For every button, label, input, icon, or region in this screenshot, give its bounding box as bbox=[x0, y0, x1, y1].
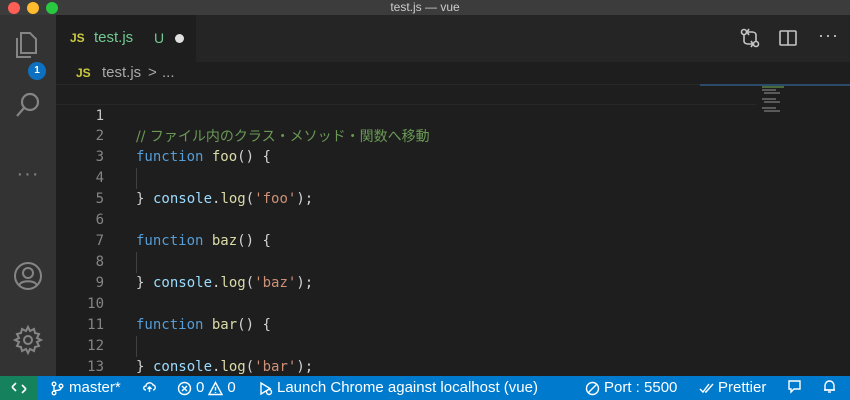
code-line[interactable]: 8 } bbox=[56, 231, 756, 291]
window-title: test.js — vue bbox=[390, 0, 460, 14]
account-icon[interactable] bbox=[12, 260, 44, 292]
method: log bbox=[220, 359, 246, 375]
minimap-line bbox=[764, 110, 780, 112]
prettier-status[interactable]: Prettier bbox=[699, 379, 766, 397]
warning-icon bbox=[208, 380, 224, 395]
code-line[interactable]: 13 bbox=[56, 336, 756, 375]
title-bar: test.js — vue bbox=[0, 0, 850, 15]
search-icon[interactable] bbox=[12, 89, 44, 121]
minimap-line bbox=[762, 86, 784, 88]
tab-filename: test.js bbox=[94, 29, 134, 46]
launch-label: Launch Chrome against localhost (vue) bbox=[277, 379, 538, 396]
punctuation: } bbox=[136, 359, 145, 375]
minimap-line bbox=[762, 98, 776, 100]
breadcrumb-file[interactable]: test.js bbox=[102, 64, 141, 81]
status-bar: master* 0 0 Launch Chrome against localh… bbox=[0, 376, 850, 400]
code-line[interactable]: 10 function bar() { bbox=[56, 273, 756, 333]
unsaved-dot-icon[interactable] bbox=[175, 34, 184, 43]
code-editor[interactable]: 1 // ファイル内のクラス・メソッド・関数へ移動 2 function foo… bbox=[56, 84, 850, 376]
line-number: 13 bbox=[87, 359, 104, 375]
bell-icon bbox=[824, 380, 835, 393]
more-views-icon[interactable]: ··· bbox=[14, 164, 42, 184]
minimap-line bbox=[764, 92, 780, 94]
code-line[interactable]: 12 } bbox=[56, 315, 756, 375]
live-server-port[interactable]: Port : 5500 bbox=[585, 379, 677, 397]
feedback-icon bbox=[788, 380, 801, 394]
problems-indicator[interactable]: 0 0 bbox=[177, 379, 236, 397]
port-label: Port : 5500 bbox=[604, 379, 678, 396]
explorer-badge: 1 bbox=[28, 62, 46, 80]
code-line[interactable]: 7 console.log('baz'); bbox=[56, 210, 756, 291]
more-actions-icon[interactable]: ··· bbox=[818, 25, 839, 46]
tab-untracked-status: U bbox=[154, 30, 165, 46]
branch-name: master* bbox=[69, 379, 121, 396]
tab-test-js[interactable]: JS test.js U bbox=[56, 15, 196, 62]
code-line[interactable]: 6 function baz() { bbox=[56, 189, 756, 249]
warning-count: 0 bbox=[227, 379, 236, 396]
object: console bbox=[153, 359, 213, 375]
string-literal: 'bar' bbox=[254, 359, 297, 375]
breadcrumb: JS test.js > ... bbox=[56, 62, 850, 84]
git-branch[interactable]: master* bbox=[50, 379, 121, 397]
split-editor-icon[interactable] bbox=[777, 27, 799, 49]
editor-tab-bar: JS test.js U ··· bbox=[56, 15, 850, 62]
js-file-icon: JS bbox=[70, 31, 85, 45]
circle-slash-icon bbox=[585, 381, 600, 395]
settings-gear-icon[interactable] bbox=[12, 324, 44, 356]
remote-indicator[interactable] bbox=[0, 376, 38, 400]
code-line[interactable]: 3 console.log('foo'); bbox=[56, 126, 756, 207]
code-line[interactable]: 4 } bbox=[56, 147, 756, 207]
code-line[interactable]: 1 // ファイル内のクラス・メソッド・関数へ移動 bbox=[56, 84, 756, 145]
breadcrumb-symbols[interactable]: ... bbox=[162, 64, 175, 81]
punctuation: ); bbox=[296, 359, 314, 375]
sync-button[interactable] bbox=[142, 379, 157, 394]
activity-bar: 1 ··· bbox=[0, 15, 56, 376]
prettier-label: Prettier bbox=[718, 379, 767, 396]
error-count: 0 bbox=[196, 379, 205, 396]
minimap-line bbox=[762, 89, 776, 91]
code-line[interactable]: 5 bbox=[56, 168, 756, 207]
breadcrumb-separator-icon: > bbox=[148, 64, 157, 81]
minimap-line bbox=[764, 101, 780, 103]
open-changes-icon[interactable] bbox=[739, 27, 761, 49]
code-line[interactable]: 9 bbox=[56, 252, 756, 291]
code-line[interactable]: 11 console.log('bar'); bbox=[56, 294, 756, 375]
notifications-button[interactable] bbox=[822, 379, 837, 394]
explorer-icon[interactable] bbox=[12, 29, 44, 61]
punctuation: ( bbox=[245, 359, 255, 375]
cloud-upload-icon bbox=[143, 382, 156, 392]
js-file-icon: JS bbox=[76, 66, 91, 80]
feedback-button[interactable] bbox=[787, 379, 802, 394]
error-icon bbox=[177, 381, 192, 395]
debug-icon bbox=[260, 381, 273, 395]
code-line[interactable]: 2 function foo() { bbox=[56, 105, 756, 165]
double-check-icon bbox=[699, 383, 714, 393]
minimap[interactable] bbox=[760, 84, 840, 124]
launch-config[interactable]: Launch Chrome against localhost (vue) bbox=[258, 379, 538, 397]
git-branch-icon bbox=[51, 381, 64, 395]
minimap-line bbox=[762, 107, 776, 109]
